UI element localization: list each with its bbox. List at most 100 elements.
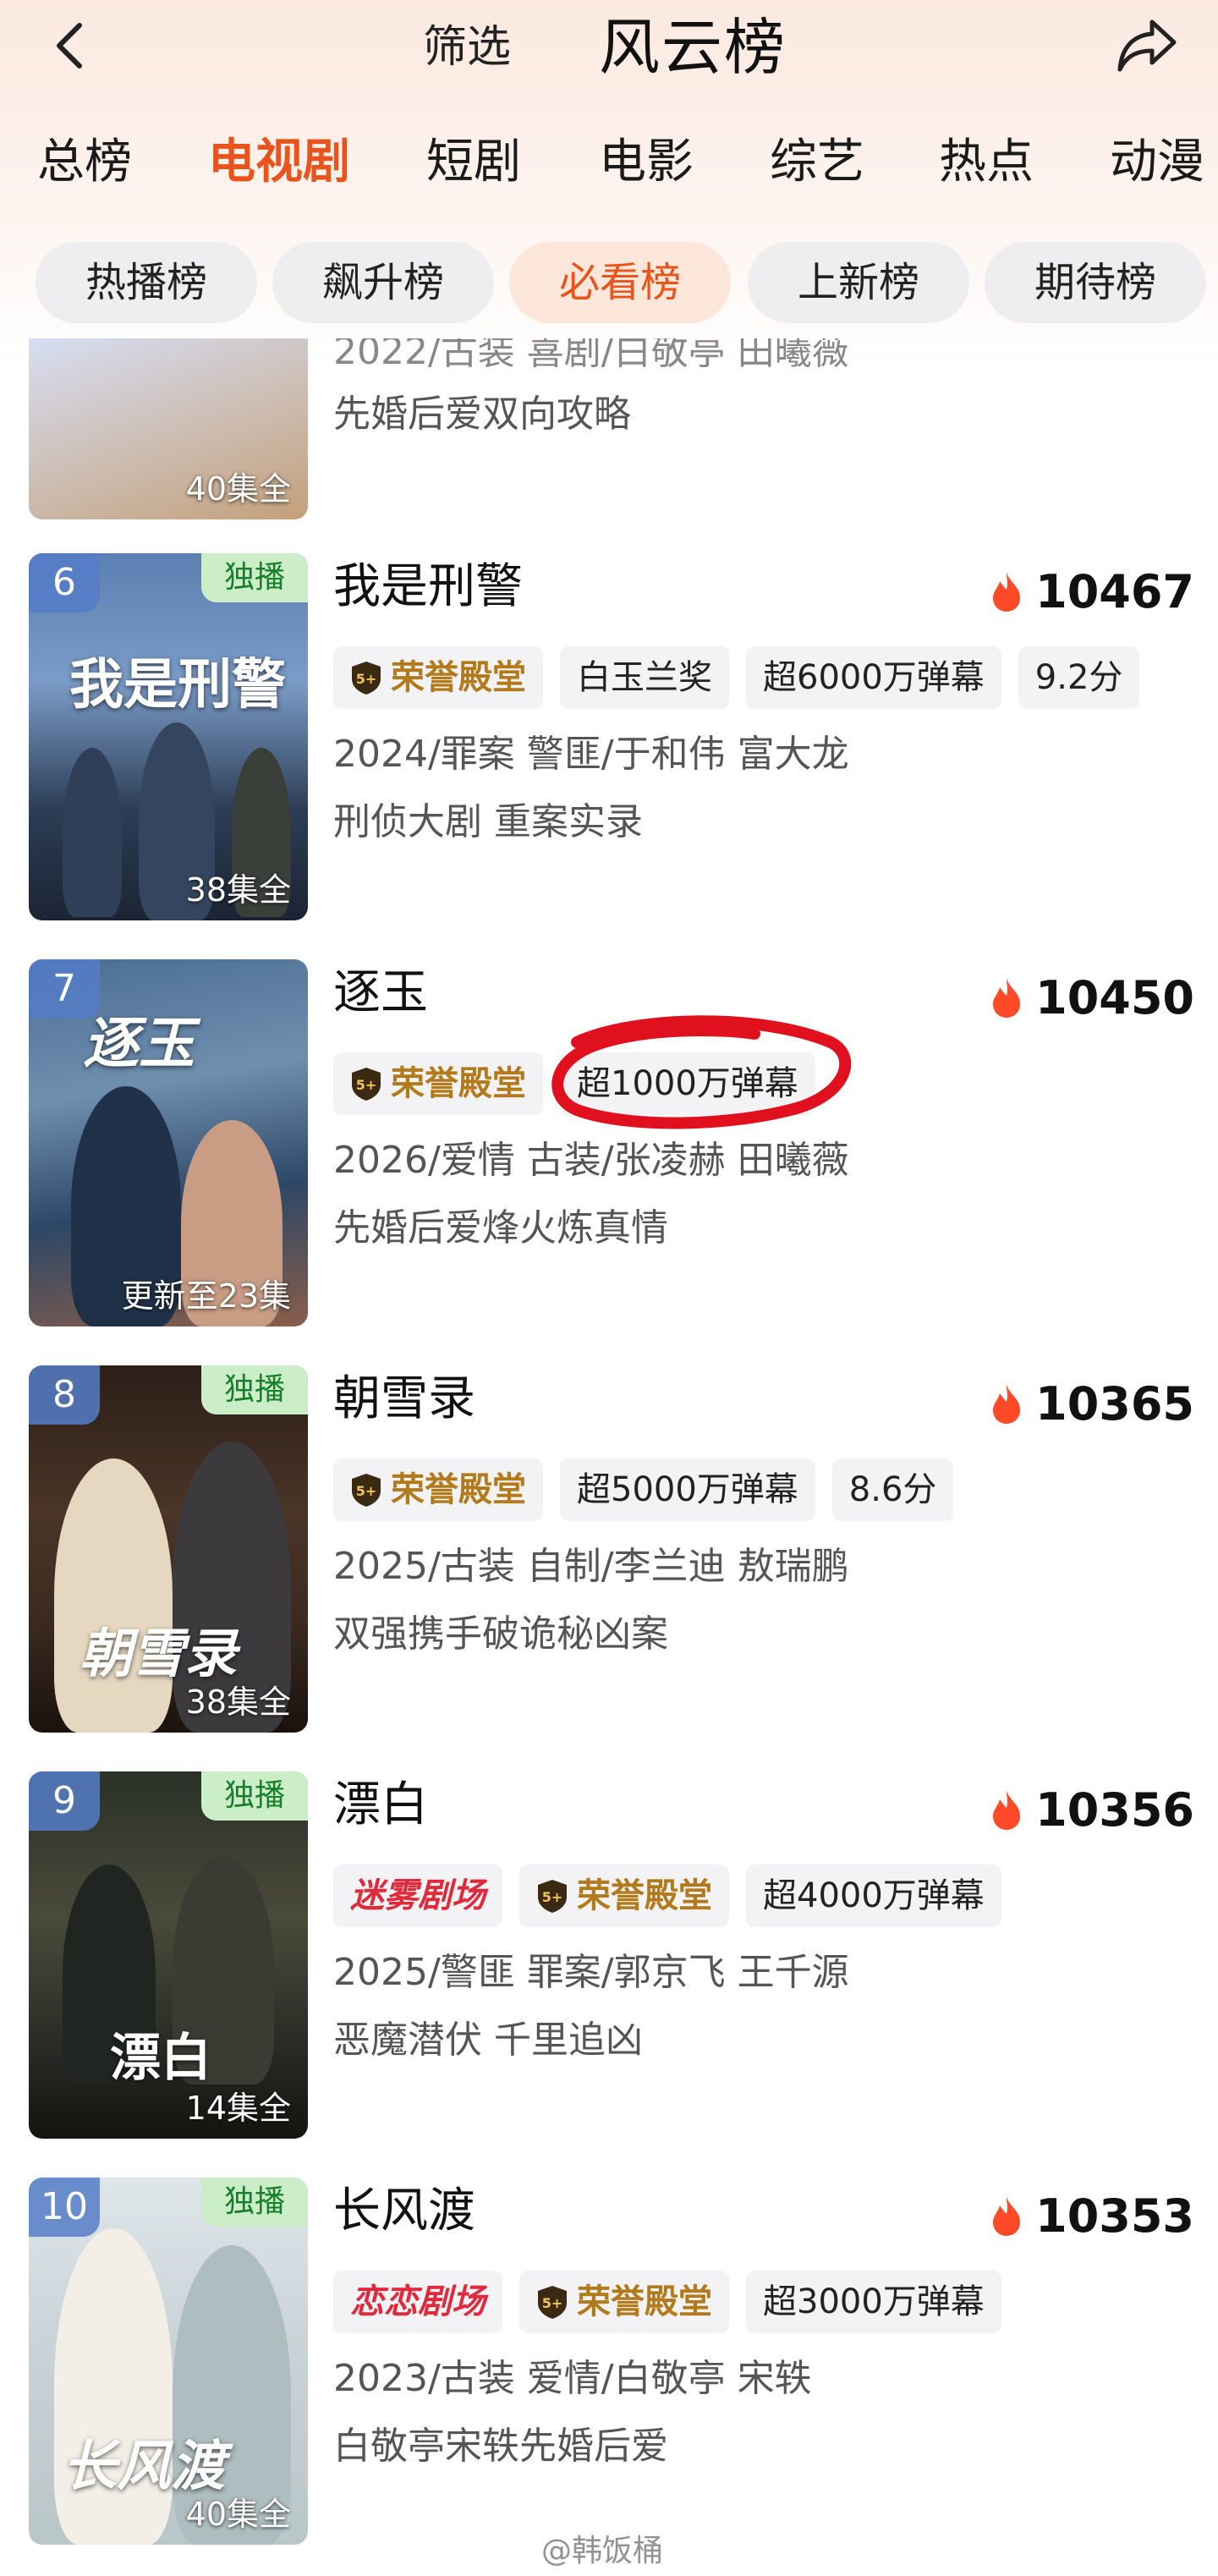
- subtab-rising[interactable]: 飙升榜: [272, 242, 494, 323]
- fire-icon: [993, 979, 1021, 1018]
- tab-anime[interactable]: 动漫: [1110, 127, 1204, 198]
- subtab-hot-playing[interactable]: 热播榜: [36, 242, 257, 323]
- rank-badge: 9: [29, 1771, 100, 1831]
- poster-image: 长风渡 10 独播 40集全: [29, 2178, 308, 2545]
- svg-text:5+: 5+: [542, 2295, 563, 2311]
- list-item[interactable]: 漂白 9 独播 14集全 漂白 10356 迷雾剧场 5+ 荣誉殿堂 超4000…: [0, 1771, 1218, 2144]
- tab-movie[interactable]: 电影: [599, 127, 694, 198]
- episode-count: 40集全: [185, 2496, 291, 2533]
- rank-badge: 8: [29, 1365, 100, 1425]
- subtab-must-watch[interactable]: 必看榜: [509, 242, 731, 323]
- poster-image: 朝雪录 8 独播 38集全: [29, 1365, 308, 1733]
- item-description: 白敬亭宋轶先婚后爱: [333, 2425, 668, 2468]
- nav-bar: 筛选 风云榜: [0, 0, 1218, 95]
- list-item-partial[interactable]: 40集全 2022/古装 喜剧/白敬亭 田曦薇 先婚后爱双向攻略: [0, 338, 1218, 519]
- item-meta: 2022/古装 喜剧/白敬亭 田曦薇: [333, 338, 849, 373]
- list-item[interactable]: 我是刑警 6 独播 38集全 我是刑警 10467 5+ 荣誉殿堂 白玉兰奖 超…: [0, 553, 1218, 925]
- heat-score-value: 10450: [1035, 971, 1194, 1024]
- poster-image: 我是刑警 6 独播 38集全: [29, 553, 308, 920]
- subtab-new[interactable]: 上新榜: [748, 242, 969, 323]
- honor-hall-tag: 5+ 荣誉殿堂: [333, 1458, 543, 1521]
- danmaku-tag: 超6000万弹幕: [746, 646, 1001, 709]
- tag-row: 迷雾剧场 5+ 荣誉殿堂 超4000万弹幕: [333, 1865, 1018, 1927]
- heat-score: 10467: [990, 560, 1194, 624]
- subtab-anticipated[interactable]: 期待榜: [985, 242, 1206, 323]
- item-title[interactable]: 长风渡: [333, 2178, 475, 2245]
- heat-score-value: 10467: [1035, 565, 1194, 618]
- filter-button[interactable]: 筛选: [423, 20, 511, 74]
- poster-title: 我是刑警: [69, 653, 286, 717]
- svg-text:5+: 5+: [356, 1077, 377, 1093]
- danmaku-tag: 超3000万弹幕: [746, 2271, 1001, 2333]
- danmaku-tag: 超4000万弹幕: [746, 1865, 1001, 1927]
- item-description: 先婚后爱双向攻略: [333, 393, 631, 436]
- honor-hall-tag: 5+ 荣誉殿堂: [333, 646, 543, 709]
- theater-tag: 恋恋剧场: [333, 2271, 502, 2333]
- item-meta: 2026/爱情 古装/张凌赫 田曦薇: [333, 1139, 849, 1182]
- honor-shield-icon: 5+: [352, 1068, 381, 1101]
- honor-hall-tag: 5+ 荣誉殿堂: [333, 1052, 543, 1115]
- episode-count: 38集全: [185, 1683, 291, 1721]
- exclusive-badge: 独播: [201, 2178, 308, 2227]
- rating-tag: 9.2分: [1018, 646, 1140, 709]
- tab-variety[interactable]: 综艺: [770, 127, 864, 198]
- fire-icon: [993, 1791, 1021, 1830]
- annotation-circle: [551, 1015, 852, 1129]
- item-meta: 2023/古装 爱情/白敬亭 宋轶: [333, 2357, 812, 2400]
- item-title[interactable]: 朝雪录: [333, 1365, 475, 1433]
- exclusive-badge: 独播: [201, 1365, 308, 1414]
- rating-tag: 8.6分: [831, 1458, 954, 1521]
- episode-count: 14集全: [185, 2090, 291, 2127]
- fire-icon: [993, 2197, 1021, 2236]
- heat-score: 10365: [990, 1372, 1194, 1436]
- tab-tv-series[interactable]: 电视剧: [208, 127, 350, 198]
- exclusive-badge: 独播: [201, 1771, 308, 1821]
- svg-text:5+: 5+: [356, 671, 377, 687]
- ranking-subtabs: 热播榜 飙升榜 必看榜 上新榜 期待榜: [0, 242, 1218, 323]
- rank-badge: 10: [29, 2178, 100, 2237]
- honor-shield-icon: 5+: [352, 662, 381, 695]
- tab-overall[interactable]: 总榜: [37, 127, 132, 198]
- list-item[interactable]: 长风渡 10 独播 40集全 长风渡 10353 恋恋剧场 5+ 荣誉殿堂 超3…: [0, 2178, 1218, 2550]
- ranking-list: 40集全 2022/古装 喜剧/白敬亭 田曦薇 先婚后爱双向攻略 我是刑警 6 …: [0, 338, 1218, 2576]
- item-title[interactable]: 我是刑警: [333, 553, 523, 621]
- item-title[interactable]: 逐玉: [333, 959, 428, 1027]
- tab-short-drama[interactable]: 短剧: [426, 127, 521, 198]
- fire-icon: [993, 1385, 1021, 1424]
- poster-image: 逐玉 7 更新至23集: [29, 959, 308, 1326]
- item-meta: 2024/罪案 警匪/于和伟 富大龙: [333, 733, 849, 776]
- heat-score: 10356: [990, 1778, 1194, 1843]
- award-tag: 白玉兰奖: [560, 646, 729, 709]
- item-description: 双强携手破诡秘凶案: [333, 1612, 668, 1656]
- item-meta: 2025/警匪 罪案/郭京飞 王千源: [333, 1951, 849, 1994]
- episode-count: 38集全: [185, 871, 291, 909]
- heat-score-value: 10353: [1035, 2189, 1194, 2243]
- honor-shield-icon: 5+: [538, 2286, 567, 2319]
- rank-badge: 6: [29, 553, 100, 612]
- honor-hall-tag: 5+ 荣誉殿堂: [519, 1865, 729, 1927]
- item-title[interactable]: 漂白: [333, 1771, 428, 1839]
- heat-score: 10353: [990, 2184, 1194, 2249]
- honor-hall-tag: 5+ 荣誉殿堂: [519, 2271, 729, 2333]
- poster-title: 长风渡: [63, 2435, 225, 2498]
- svg-text:5+: 5+: [542, 1889, 563, 1905]
- tag-row: 5+ 荣誉殿堂 白玉兰奖 超6000万弹幕 9.2分: [333, 646, 1156, 709]
- item-description: 刑侦大剧 重案实录: [333, 800, 643, 843]
- tag-row: 5+ 荣誉殿堂 超5000万弹幕 8.6分: [333, 1458, 970, 1521]
- share-icon[interactable]: [1115, 17, 1179, 74]
- page-title: 风云榜: [599, 12, 787, 83]
- back-arrow-icon[interactable]: [44, 19, 98, 73]
- item-description: 先婚后爱烽火炼真情: [333, 1206, 668, 1250]
- watermark: @韩饭桶: [541, 2534, 664, 2568]
- episode-count: 40集全: [185, 470, 291, 508]
- heat-score: 10450: [990, 966, 1194, 1030]
- danmaku-tag: 超5000万弹幕: [560, 1458, 815, 1521]
- poster-image: 40集全: [29, 338, 308, 519]
- tab-hot[interactable]: 热点: [939, 127, 1034, 198]
- honor-shield-icon: 5+: [538, 1880, 567, 1913]
- item-meta: 2025/古装 自制/李兰迪 敖瑞鹏: [333, 1545, 849, 1588]
- poster-title: 逐玉: [83, 1010, 195, 1076]
- list-item[interactable]: 朝雪录 8 独播 38集全 朝雪录 10365 5+ 荣誉殿堂 超5000万弹幕…: [0, 1365, 1218, 1738]
- svg-text:5+: 5+: [356, 1483, 377, 1499]
- fire-icon: [993, 573, 1021, 612]
